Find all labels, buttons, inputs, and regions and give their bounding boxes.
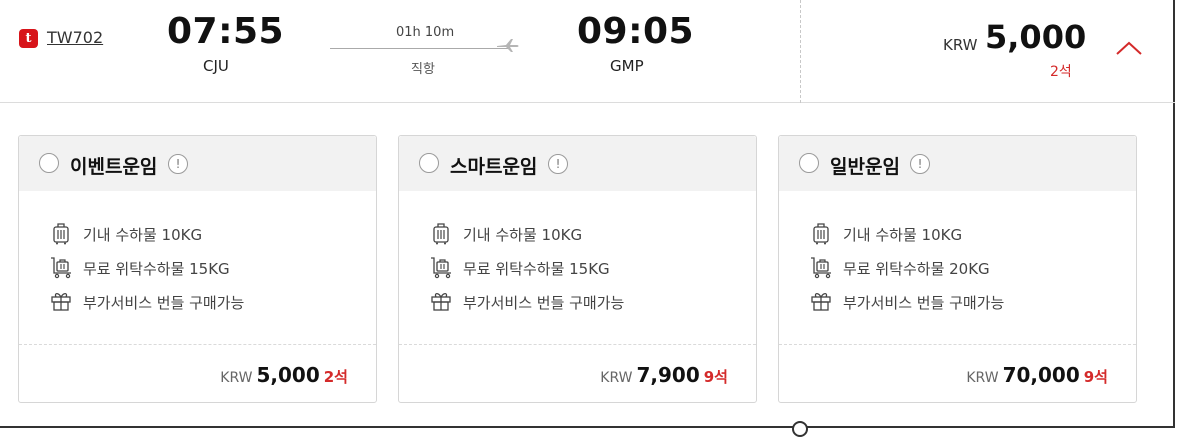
feature-text: 부가서비스 번들 구매가능 xyxy=(843,294,1005,312)
carry-on-bag-icon xyxy=(433,223,449,245)
flight-summary-row[interactable]: t TW702 07:55 CJU 01h 10m 직항 09:05 GMP K… xyxy=(0,0,1175,103)
feature-text: 무료 위탁수하물 15KG xyxy=(463,260,610,278)
info-icon[interactable]: ! xyxy=(168,154,188,174)
departure-airport: CJU xyxy=(203,57,229,75)
fare-features: 기내 수하물 10KG 무료 위탁수하물 15KG 부가서비스 번들 구매가능 xyxy=(19,191,376,344)
feature-text: 무료 위탁수하물 20KG xyxy=(843,260,990,278)
gift-icon xyxy=(811,292,831,311)
fare-price-currency: KRW xyxy=(966,370,999,386)
fare-name: 이벤트운임 xyxy=(70,156,158,178)
fare-radio[interactable] xyxy=(799,153,819,173)
flight-duration: 01h 10m xyxy=(396,25,455,40)
feature-text: 부가서비스 번들 구매가능 xyxy=(83,294,245,312)
fare-name: 스마트운임 xyxy=(450,156,538,178)
fare-seats: 2석 xyxy=(323,368,348,386)
fare-price-amount: 70,000 xyxy=(1002,363,1080,387)
dashed-divider xyxy=(800,0,801,103)
stop-type: 직항 xyxy=(411,62,435,77)
fare-card-regular[interactable]: 일반운임 ! 기내 수하물 10KG 무료 위탁수하물 20KG 부가서비스 번… xyxy=(778,135,1137,403)
resize-handle[interactable] xyxy=(792,421,808,437)
fare-price-amount: 5,000 xyxy=(256,363,320,387)
checked-luggage-cart-icon xyxy=(51,257,71,279)
gift-icon xyxy=(51,292,71,311)
fare-features: 기내 수하물 10KG 무료 위탁수하물 20KG 부가서비스 번들 구매가능 xyxy=(779,191,1136,344)
fare-seats: 9석 xyxy=(1083,368,1108,386)
feature-text: 부가서비스 번들 구매가능 xyxy=(463,294,625,312)
fare-price-currency: KRW xyxy=(600,370,633,386)
fare-radio[interactable] xyxy=(39,153,59,173)
airplane-icon xyxy=(497,39,519,52)
info-icon[interactable]: ! xyxy=(548,154,568,174)
checked-luggage-cart-icon xyxy=(431,257,451,279)
fare-card-footer: KRW 7,900 9석 xyxy=(399,344,756,403)
feature-text: 기내 수하물 10KG xyxy=(463,226,583,244)
airline-logo-icon: t xyxy=(19,29,38,48)
price-currency: KRW xyxy=(943,36,978,54)
price-amount: 5,000 xyxy=(985,18,1087,56)
fare-price-amount: 7,900 xyxy=(636,363,700,387)
fare-seats: 9석 xyxy=(703,368,728,386)
fare-card-footer: KRW 70,000 9석 xyxy=(779,344,1136,403)
carry-on-bag-icon xyxy=(53,223,69,245)
fare-name: 일반운임 xyxy=(830,156,900,178)
fare-features: 기내 수하물 10KG 무료 위탁수하물 15KG 부가서비스 번들 구매가능 xyxy=(399,191,756,344)
fare-card-event[interactable]: 이벤트운임 ! 기내 수하물 10KG 무료 위탁수하물 15KG 부가서비스 … xyxy=(18,135,377,403)
info-icon[interactable]: ! xyxy=(910,154,930,174)
arrival-time: 09:05 xyxy=(577,11,695,52)
checked-luggage-cart-icon xyxy=(811,257,831,279)
fare-card-smart[interactable]: 스마트운임 ! 기내 수하물 10KG 무료 위탁수하물 15KG 부가서비스 … xyxy=(398,135,757,403)
gift-icon xyxy=(431,292,451,311)
fare-card-header: 스마트운임 ! xyxy=(399,136,756,191)
arrival-airport: GMP xyxy=(610,57,644,75)
fare-price: KRW 70,000 9석 xyxy=(966,363,1108,387)
carry-on-bag-icon xyxy=(813,223,829,245)
feature-text: 기내 수하물 10KG xyxy=(843,226,963,244)
fare-price: KRW 5,000 2석 xyxy=(220,363,348,387)
flight-result-panel: t TW702 07:55 CJU 01h 10m 직항 09:05 GMP K… xyxy=(0,0,1175,428)
chevron-up-icon[interactable] xyxy=(1115,40,1143,56)
fare-price: KRW 7,900 9석 xyxy=(600,363,728,387)
departure-time: 07:55 xyxy=(167,11,285,52)
feature-text: 기내 수하물 10KG xyxy=(83,226,203,244)
fare-card-header: 이벤트운임 ! xyxy=(19,136,376,191)
fare-radio[interactable] xyxy=(419,153,439,173)
fare-card-header: 일반운임 ! xyxy=(779,136,1136,191)
flight-number-link[interactable]: TW702 xyxy=(47,28,103,47)
route-line xyxy=(330,48,510,49)
feature-text: 무료 위탁수하물 15KG xyxy=(83,260,230,278)
fare-card-footer: KRW 5,000 2석 xyxy=(19,344,376,403)
fare-price-currency: KRW xyxy=(220,370,253,386)
seats-remaining: 2석 xyxy=(1050,64,1072,80)
